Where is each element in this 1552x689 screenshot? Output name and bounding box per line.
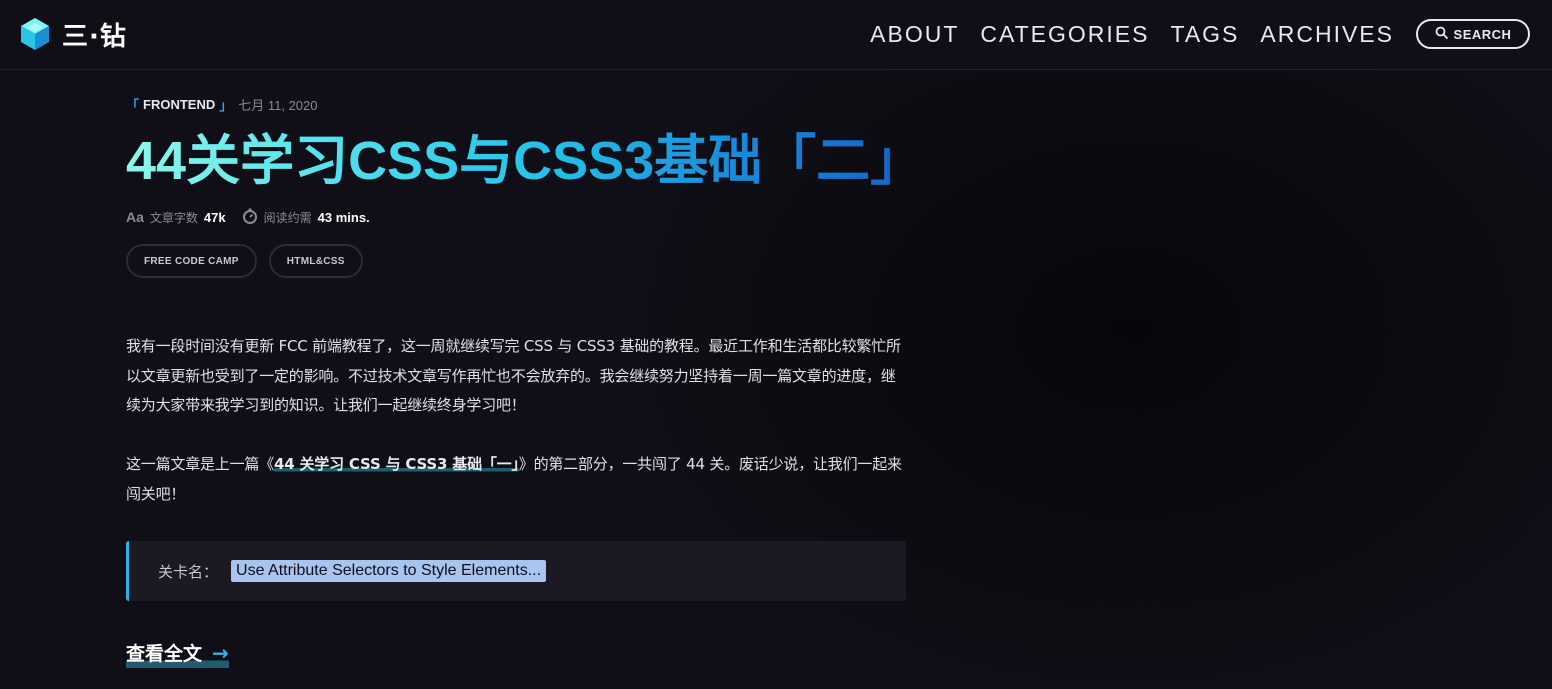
nav-categories[interactable]: CATEGORIES xyxy=(980,21,1149,48)
paragraph-2-text-before: 这一篇文章是上一篇《 xyxy=(126,455,275,473)
stopwatch-icon xyxy=(242,208,258,227)
category-bracket-open: 「 xyxy=(126,98,140,114)
post-date: 七月 11, 2020 xyxy=(238,97,318,113)
site-name: 三·钻 xyxy=(62,21,127,52)
search-button[interactable]: SEARCH xyxy=(1416,19,1530,49)
search-icon xyxy=(1435,26,1448,42)
previous-post-link[interactable]: 44 关学习 CSS 与 CSS3 基础「一」 xyxy=(274,455,519,473)
level-name-label: 关卡名： xyxy=(158,562,219,581)
read-more-label: 查看全文 xyxy=(126,643,203,665)
word-count-stat: Aa 文章字数 47k xyxy=(126,209,226,226)
site-logo[interactable]: 三·钻 xyxy=(20,16,127,52)
main-nav: ABOUT CATEGORIES TAGS ARCHIVES SEARCH xyxy=(849,18,1530,50)
word-count-label: 文章字数 xyxy=(149,210,198,225)
site-header: 三·钻 ABOUT CATEGORIES TAGS ARCHIVES SEARC… xyxy=(0,0,1552,70)
read-time-value: 43 mins. xyxy=(317,209,370,225)
word-count-value: 47k xyxy=(203,209,226,225)
post-excerpt-paragraph-1: 我有一段时间没有更新 FCC 前端教程了，这一周就继续写完 CSS 与 CSS3… xyxy=(126,337,901,414)
tag-free-code-camp[interactable]: FREE CODE CAMP xyxy=(126,244,257,278)
post-meta: 「 FRONTEND 」 七月 11, 2020 xyxy=(126,94,906,114)
nav-about[interactable]: ABOUT xyxy=(870,21,959,48)
post-preview: 「 FRONTEND 」 七月 11, 2020 44关学习CSS与CSS3基础… xyxy=(126,94,924,668)
nav-tags[interactable]: TAGS xyxy=(1170,21,1239,48)
read-time-stat: 阅读约需 43 mins. xyxy=(242,208,370,227)
read-more-link[interactable]: 查看全文 → xyxy=(126,639,229,668)
read-time-label: 阅读约需 xyxy=(263,210,312,225)
font-aa-icon: Aa xyxy=(126,209,144,225)
category-bracket-close: 」 xyxy=(219,98,233,114)
arrow-right-icon: → xyxy=(212,640,229,665)
post-title[interactable]: 44关学习CSS与CSS3基础「二」 xyxy=(126,128,924,194)
nav-archives[interactable]: ARCHIVES xyxy=(1260,21,1394,48)
level-name-code: Use Attribute Selectors to Style Element… xyxy=(231,560,547,582)
level-name-blockquote: 关卡名： Use Attribute Selectors to Style El… xyxy=(126,541,906,601)
cube-logo-icon xyxy=(20,17,50,51)
post-excerpt-paragraph-2: 这一篇文章是上一篇《44 关学习 CSS 与 CSS3 基础「一」》的第二部分，… xyxy=(126,450,906,509)
tag-list: FREE CODE CAMP HTML&CSS xyxy=(126,244,906,278)
tag-html-css[interactable]: HTML&CSS xyxy=(268,244,363,278)
post-category-link[interactable]: FRONTEND xyxy=(143,97,215,112)
post-stats: Aa 文章字数 47k 阅读约需 43 mins. xyxy=(126,207,906,227)
search-label: SEARCH xyxy=(1453,26,1512,42)
